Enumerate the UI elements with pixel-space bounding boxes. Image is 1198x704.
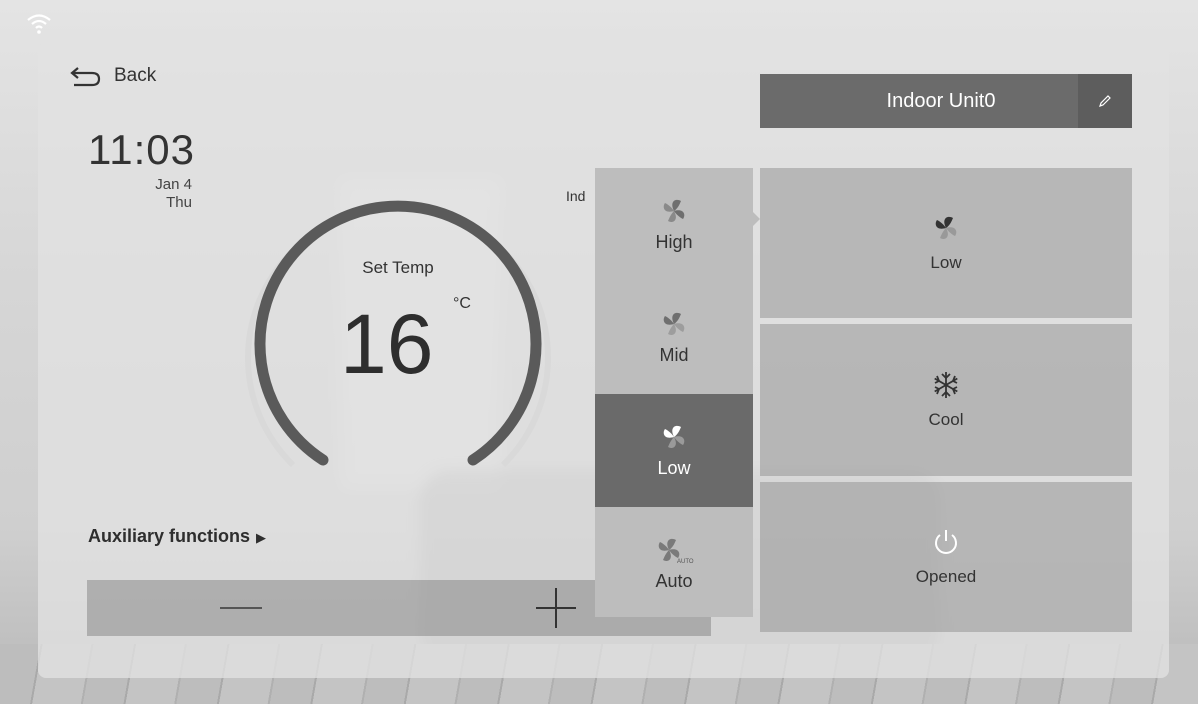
power-icon xyxy=(935,530,957,554)
set-temp-value: 16 xyxy=(340,297,434,391)
unit-name: Indoor Unit0 xyxy=(886,89,996,112)
date-day: Jan 4 xyxy=(155,176,192,193)
clock-date: Jan 4 Thu xyxy=(120,176,192,212)
fan-icon xyxy=(663,425,685,448)
temp-unit: °C xyxy=(453,295,471,312)
fan-option-label: Low xyxy=(657,458,691,478)
mode-tile[interactable]: Cool xyxy=(760,324,1132,476)
power-tile[interactable]: Opened xyxy=(760,482,1132,632)
menu-pointer xyxy=(753,212,760,226)
back-arrow-icon xyxy=(70,67,101,87)
fan-option-high[interactable]: High xyxy=(595,168,753,281)
power-label: Opened xyxy=(915,567,977,586)
fan-auto-icon: AUTO xyxy=(658,538,694,565)
increase-temp-button[interactable] xyxy=(536,588,576,628)
auto-badge: AUTO xyxy=(677,559,694,565)
fan-icon xyxy=(663,312,685,335)
date-weekday: Thu xyxy=(166,194,192,211)
auxiliary-functions-link[interactable]: Auxiliary functions ▶ xyxy=(88,526,266,547)
fan-option-mid[interactable]: Mid xyxy=(595,281,753,394)
clock-time: 11:03 xyxy=(88,126,195,173)
decrease-temp-button[interactable] xyxy=(220,607,262,609)
unit-name-bar: Indoor Unit0 xyxy=(760,74,1132,128)
wifi-icon xyxy=(27,14,51,34)
edit-unit-button[interactable] xyxy=(1078,74,1132,128)
fan-option-label: Auto xyxy=(655,571,693,591)
fan-option-label: High xyxy=(655,232,693,252)
pencil-icon xyxy=(1099,95,1111,107)
indoor-temp-label: Ind xyxy=(566,188,586,204)
fan-option-low[interactable]: Low xyxy=(595,394,753,507)
fan-speed-tile[interactable]: Low xyxy=(760,168,1132,318)
fan-option-auto[interactable]: AUTO Auto xyxy=(595,507,753,620)
fan-icon xyxy=(935,216,957,239)
fan-option-label: Mid xyxy=(659,345,689,365)
triangle-right-icon: ▶ xyxy=(256,530,267,545)
fan-icon xyxy=(663,199,685,222)
back-button[interactable]: Back xyxy=(68,64,156,88)
set-temp-label: Set Temp xyxy=(362,258,434,277)
mode-label: Cool xyxy=(928,410,964,429)
fan-speed-menu: High Mid Low AUTO Auto xyxy=(595,168,753,617)
auxiliary-label: Auxiliary functions xyxy=(88,526,251,546)
fan-speed-label: Low xyxy=(930,253,962,272)
back-label: Back xyxy=(114,65,157,86)
snowflake-icon xyxy=(934,372,958,398)
